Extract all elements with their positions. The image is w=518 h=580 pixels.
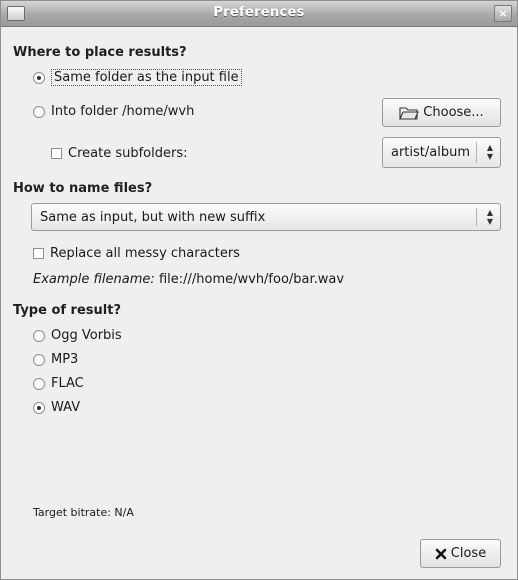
- close-button-label: Close: [450, 546, 487, 561]
- radio-selected-indicator: [33, 401, 45, 414]
- naming-scheme-value: Same as input, but with new suffix: [40, 210, 266, 225]
- checkbox-box: [51, 148, 62, 159]
- target-bitrate-label: Target bitrate: N/A: [33, 506, 134, 519]
- result-type-wav-label: WAV: [51, 400, 81, 415]
- radio-indicator: [33, 105, 45, 118]
- up-down-arrows-icon: ▲ ▼: [486, 208, 493, 226]
- radio-selected-indicator: [33, 71, 45, 84]
- example-filename: Example filename: file:///home/wvh/foo/b…: [33, 272, 344, 287]
- naming-scheme-select[interactable]: Same as input, but with new suffix ▲ ▼: [31, 203, 501, 231]
- select-separator: [476, 142, 477, 163]
- radio-indicator: [33, 377, 45, 390]
- subfolder-pattern-value: artist/album: [391, 145, 471, 160]
- same-folder-label: Same folder as the input file: [51, 69, 242, 86]
- create-subfolders-label: Create subfolders:: [68, 146, 188, 161]
- choose-folder-button[interactable]: Choose...: [382, 98, 501, 127]
- into-folder-radio[interactable]: Into folder /home/wvh: [33, 104, 194, 119]
- same-folder-radio[interactable]: Same folder as the input file: [33, 69, 242, 86]
- checkbox-box: [33, 248, 44, 259]
- result-type-ogg-label: Ogg Vorbis: [51, 328, 122, 343]
- result-type-heading: Type of result?: [13, 303, 121, 318]
- result-type-mp3-radio[interactable]: MP3: [33, 352, 78, 367]
- folder-icon: [399, 107, 420, 120]
- subfolder-pattern-select[interactable]: artist/album ▲ ▼: [382, 137, 501, 168]
- result-type-mp3-label: MP3: [51, 352, 79, 367]
- result-type-wav-radio[interactable]: WAV: [33, 400, 80, 415]
- placement-heading: Where to place results?: [13, 45, 187, 60]
- replace-messy-label: Replace all messy characters: [50, 246, 240, 261]
- window-title: Preferences: [213, 5, 305, 20]
- create-subfolders-checkbox[interactable]: Create subfolders:: [51, 146, 187, 161]
- up-down-arrows-icon: ▲ ▼: [486, 143, 493, 161]
- radio-indicator: [33, 329, 45, 342]
- title-bar: Preferences ×: [1, 1, 517, 27]
- result-type-flac-radio[interactable]: FLAC: [33, 376, 84, 391]
- window-close-button[interactable]: ×: [494, 5, 512, 22]
- preferences-window: Preferences × Where to place results? Sa…: [0, 0, 518, 580]
- naming-heading: How to name files?: [13, 181, 153, 196]
- example-filename-prefix: Example filename:: [33, 272, 155, 287]
- close-x-icon: [435, 548, 447, 559]
- select-separator: [476, 208, 477, 226]
- result-type-flac-label: FLAC: [51, 376, 84, 391]
- close-button[interactable]: Close: [420, 539, 501, 568]
- example-filename-value: file:///home/wvh/foo/bar.wav: [158, 272, 345, 287]
- result-type-ogg-radio[interactable]: Ogg Vorbis: [33, 328, 122, 343]
- into-folder-label: Into folder /home/wvh: [51, 104, 195, 119]
- replace-messy-checkbox[interactable]: Replace all messy characters: [33, 246, 240, 261]
- radio-indicator: [33, 353, 45, 366]
- choose-button-label: Choose...: [423, 105, 484, 120]
